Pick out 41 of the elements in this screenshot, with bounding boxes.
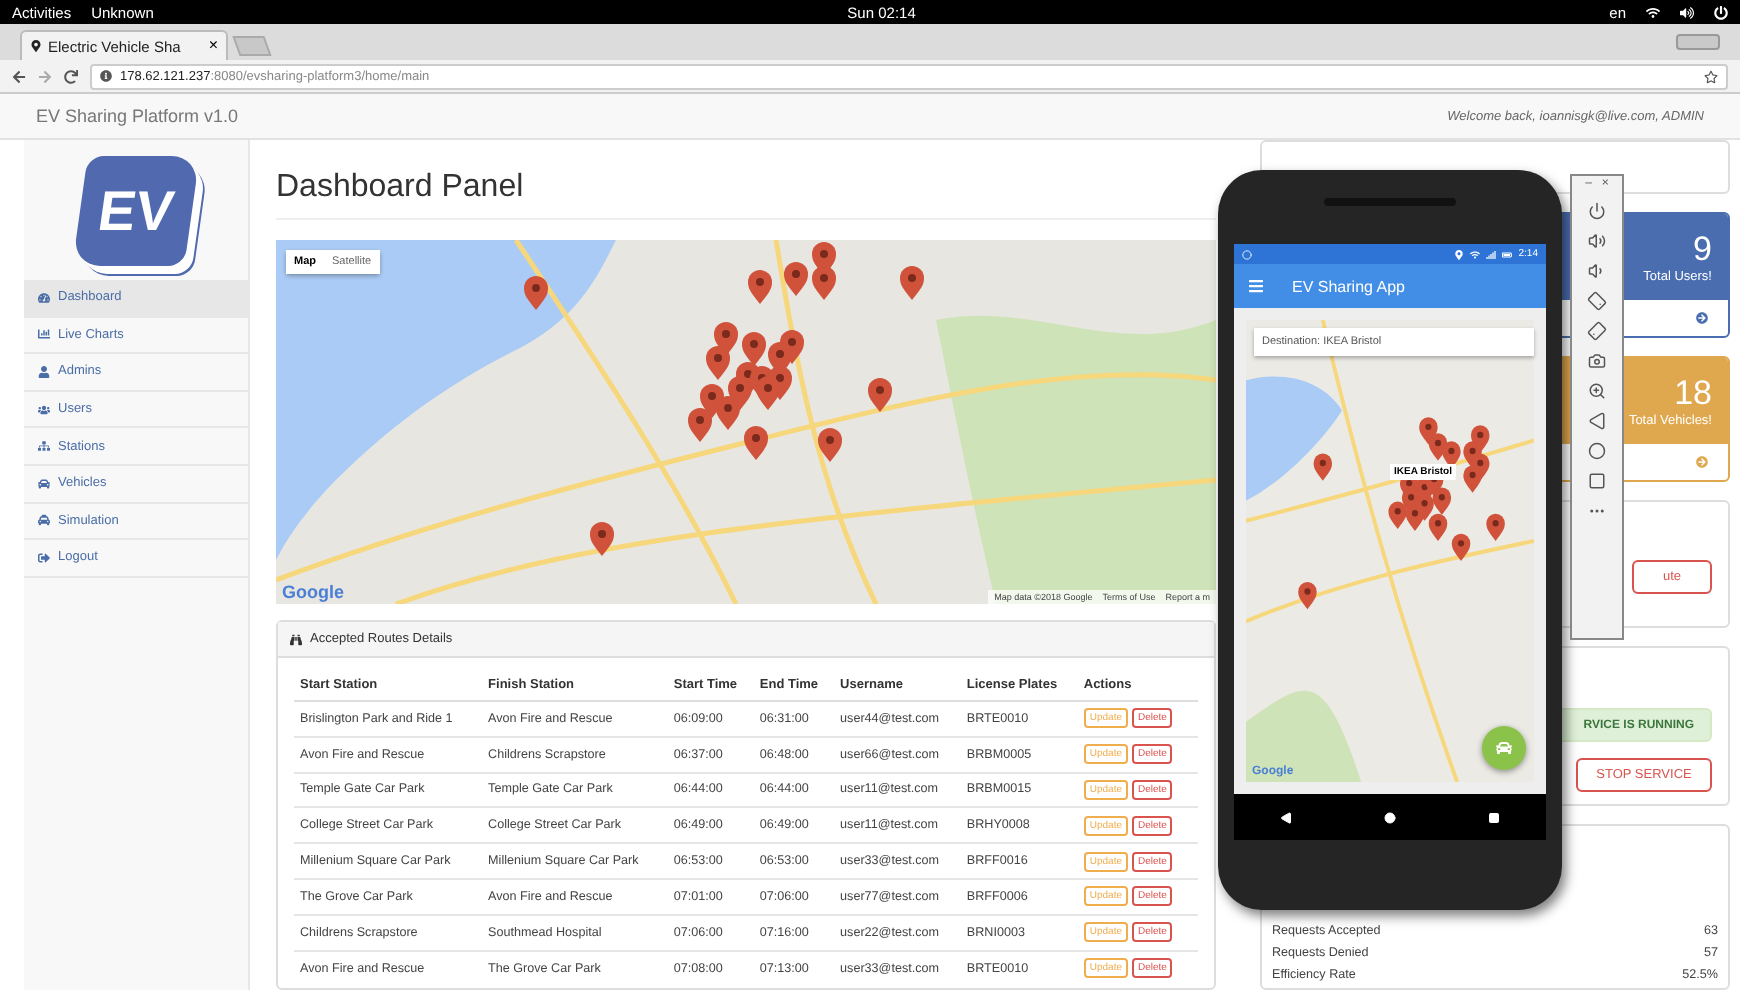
- gauge-icon: [38, 291, 50, 304]
- binoculars-icon: [290, 633, 302, 645]
- back-icon[interactable]: [1588, 412, 1606, 430]
- reload-icon[interactable]: [64, 69, 78, 83]
- users-icon: [38, 403, 50, 416]
- ev-logo: EV: [72, 155, 200, 265]
- overview-icon[interactable]: [1588, 472, 1606, 490]
- volume-icon[interactable]: [1680, 5, 1695, 19]
- car-icon: [1496, 740, 1512, 756]
- stat-value: 18: [1674, 374, 1712, 414]
- favicon-icon: [30, 40, 42, 52]
- battery-icon: [1502, 249, 1513, 259]
- map-drawing[interactable]: [276, 240, 1216, 604]
- google-logo: Google: [282, 582, 344, 602]
- wifi-icon: [1470, 249, 1481, 259]
- page-title: Dashboard Panel: [276, 170, 1216, 220]
- power-icon[interactable]: [1714, 5, 1729, 19]
- volume-down-icon[interactable]: [1588, 262, 1606, 280]
- sign-out-icon: [38, 551, 50, 564]
- sitemap-icon: [38, 440, 50, 453]
- star-icon[interactable]: [1704, 69, 1718, 83]
- brand-title[interactable]: EV Sharing Platform v1.0: [36, 106, 239, 126]
- wifi-icon[interactable]: [1646, 5, 1661, 19]
- signal-icon: [1486, 249, 1497, 259]
- power-icon[interactable]: [1588, 202, 1606, 220]
- volume-up-icon[interactable]: [1588, 232, 1606, 250]
- car-front-icon: [38, 514, 50, 527]
- user-icon: [38, 365, 50, 378]
- stat-value: 9: [1693, 230, 1712, 270]
- back-icon[interactable]: [12, 69, 26, 83]
- info-icon[interactable]: [100, 70, 112, 82]
- location-icon: [1454, 249, 1465, 259]
- zoom-icon[interactable]: [1588, 382, 1606, 400]
- camera-icon[interactable]: [1588, 352, 1606, 370]
- menu-icon[interactable]: [1248, 278, 1264, 294]
- home-icon[interactable]: [1588, 442, 1606, 460]
- app-title: EV Sharing App: [1292, 277, 1405, 295]
- map-drawing[interactable]: [1246, 320, 1534, 782]
- tab-close-button[interactable]: ×: [208, 38, 218, 54]
- bar-chart-icon: [38, 328, 50, 341]
- car-icon: [38, 477, 50, 490]
